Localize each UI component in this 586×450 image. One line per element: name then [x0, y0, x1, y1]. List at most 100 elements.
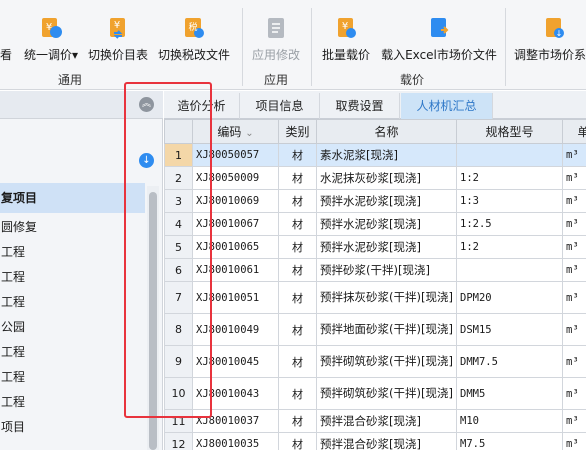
table-row[interactable]: 5 XJ80010065 材预拌水泥砂浆[现浇] 1:2 m³	[164, 235, 586, 259]
batch-load-price-button[interactable]: ¥ 批量载价	[318, 0, 374, 68]
column-header-unit[interactable]: 单	[562, 119, 586, 144]
category-cell[interactable]: 材	[278, 143, 317, 167]
unit-cell[interactable]: m³	[562, 432, 586, 450]
row-number-cell[interactable]: 12	[164, 432, 193, 450]
row-number-cell[interactable]: 10	[164, 377, 193, 410]
tree-item[interactable]: 工程	[0, 340, 145, 365]
table-row[interactable]: 9 XJ80010045 材预拌砌筑砂浆(干拌)[现浇] DMM7.5 m³	[164, 345, 586, 378]
download-icon[interactable]: ↓	[139, 153, 154, 168]
unit-cell[interactable]: m³	[562, 143, 586, 167]
tab-fee-settings[interactable]: 取费设置	[320, 93, 400, 119]
table-row[interactable]: 8 XJ80010049 材预拌地面砂浆(干拌)[现浇] DSM15 m³	[164, 313, 586, 346]
name-cell[interactable]: 预拌混合砂浆[现浇]	[316, 432, 457, 450]
spec-cell[interactable]: M7.5	[456, 432, 563, 450]
code-cell[interactable]: XJ80010043	[192, 377, 279, 410]
name-cell[interactable]: 预拌砌筑砂浆(干拌)[现浇]	[316, 377, 457, 410]
table-row[interactable]: 2 XJ80050009 材水泥抹灰砂浆[现浇] 1:2 m³	[164, 166, 586, 190]
category-cell[interactable]: 材	[278, 281, 317, 314]
column-header-code[interactable]: 编码 ⌄	[192, 119, 279, 144]
row-number-cell[interactable]: 8	[164, 313, 193, 346]
unit-cell[interactable]: m³	[562, 345, 586, 378]
spec-cell[interactable]	[456, 258, 563, 282]
tab-project-info[interactable]: 项目信息	[240, 93, 320, 119]
row-number-cell[interactable]: 2	[164, 166, 193, 190]
adjust-market-button[interactable]: ↓ 调整市场价系	[514, 0, 586, 68]
table-row[interactable]: 6 XJ80010061 材预拌砂浆(干拌)[现浇] m³	[164, 258, 586, 282]
tree-item-selected[interactable]: 复项目	[0, 183, 145, 213]
load-excel-market-button[interactable]: 载入Excel市场价文件	[378, 0, 500, 68]
name-cell[interactable]: 预拌砂浆(干拌)[现浇]	[316, 258, 457, 282]
tree-item[interactable]: 圆修复	[0, 215, 145, 240]
row-number-cell[interactable]: 5	[164, 235, 193, 259]
category-cell[interactable]: 材	[278, 432, 317, 450]
row-number-cell[interactable]: 4	[164, 212, 193, 236]
table-row[interactable]: 11 XJ80010037 材预拌混合砂浆[现浇] M10 m³	[164, 409, 586, 433]
unit-cell[interactable]: m³	[562, 166, 586, 190]
code-cell[interactable]: XJ80010061	[192, 258, 279, 282]
table-row[interactable]: 7 XJ80010051 材预拌抹灰砂浆(干拌)[现浇] DPM20 m³	[164, 281, 586, 314]
code-cell[interactable]: XJ80050009	[192, 166, 279, 190]
unit-cell[interactable]: m³	[562, 281, 586, 314]
switch-tax-file-button[interactable]: 税 切换税改文件	[156, 0, 232, 68]
category-cell[interactable]: 材	[278, 189, 317, 213]
name-cell[interactable]: 预拌地面砂浆(干拌)[现浇]	[316, 313, 457, 346]
category-cell[interactable]: 材	[278, 313, 317, 346]
table-row[interactable]: 10 XJ80010043 材预拌砌筑砂浆(干拌)[现浇] DMM5 m³	[164, 377, 586, 410]
category-cell[interactable]: 材	[278, 258, 317, 282]
spec-cell[interactable]	[456, 143, 563, 167]
tree-scrollbar[interactable]	[147, 186, 159, 450]
name-cell[interactable]: 水泥抹灰砂浆[现浇]	[316, 166, 457, 190]
tree-item[interactable]: 工程	[0, 240, 145, 265]
tree-scrollbar-thumb[interactable]	[149, 192, 157, 450]
column-header-name[interactable]: 名称	[316, 119, 457, 144]
code-cell[interactable]: XJ80010067	[192, 212, 279, 236]
category-cell[interactable]: 材	[278, 212, 317, 236]
spec-cell[interactable]: DMM7.5	[456, 345, 563, 378]
tree-item[interactable]: …	[0, 438, 145, 450]
tree-item[interactable]: 公园	[0, 315, 145, 340]
table-row[interactable]: 4 XJ80010067 材预拌水泥砂浆[现浇] 1:2.5 m³	[164, 212, 586, 236]
name-cell[interactable]: 预拌水泥砂浆[现浇]	[316, 235, 457, 259]
unit-cell[interactable]: m³	[562, 409, 586, 433]
row-number-cell[interactable]: 11	[164, 409, 193, 433]
column-header-spec[interactable]: 规格型号	[456, 119, 563, 144]
spec-cell[interactable]: 1:3	[456, 189, 563, 213]
name-cell[interactable]: 预拌混合砂浆[现浇]	[316, 409, 457, 433]
code-cell[interactable]: XJ80010065	[192, 235, 279, 259]
row-number-cell[interactable]: 9	[164, 345, 193, 378]
row-number-cell[interactable]: 3	[164, 189, 193, 213]
row-number-cell[interactable]: 7	[164, 281, 193, 314]
spec-cell[interactable]: 1:2	[456, 166, 563, 190]
spec-cell[interactable]: M10	[456, 409, 563, 433]
table-row[interactable]: 3 XJ80010069 材预拌水泥砂浆[现浇] 1:3 m³	[164, 189, 586, 213]
code-cell[interactable]: XJ80050057	[192, 143, 279, 167]
name-cell[interactable]: 预拌水泥砂浆[现浇]	[316, 189, 457, 213]
switch-price-table-button[interactable]: ¥ 切换价目表	[86, 0, 150, 68]
category-cell[interactable]: 材	[278, 377, 317, 410]
name-cell[interactable]: 素水泥浆[现浇]	[316, 143, 457, 167]
name-cell[interactable]: 预拌水泥砂浆[现浇]	[316, 212, 457, 236]
tab-labor-material-summary[interactable]: 人材机汇总	[401, 93, 493, 119]
collapse-up-icon[interactable]: ︽	[139, 97, 154, 112]
code-cell[interactable]: XJ80010051	[192, 281, 279, 314]
row-number-cell[interactable]: 6	[164, 258, 193, 282]
view-button[interactable]: 看	[0, 0, 14, 68]
tree-item[interactable]: 工程	[0, 290, 145, 315]
tree-item[interactable]: 工程	[0, 265, 145, 290]
spec-cell[interactable]: DPM20	[456, 281, 563, 314]
spec-cell[interactable]: DSM15	[456, 313, 563, 346]
tab-cost-analysis[interactable]: 造价分析	[164, 93, 240, 119]
name-cell[interactable]: 预拌抹灰砂浆(干拌)[现浇]	[316, 281, 457, 314]
spec-cell[interactable]: 1:2	[456, 235, 563, 259]
category-cell[interactable]: 材	[278, 409, 317, 433]
tree-item[interactable]: 工程	[0, 365, 145, 390]
apply-modify-button[interactable]: 应用修改	[248, 0, 304, 68]
code-cell[interactable]: XJ80010037	[192, 409, 279, 433]
category-cell[interactable]: 材	[278, 166, 317, 190]
tree-item[interactable]: 工程	[0, 390, 145, 415]
spec-cell[interactable]: DMM5	[456, 377, 563, 410]
table-row[interactable]: 1 XJ80050057 材素水泥浆[现浇] m³	[164, 143, 586, 167]
unit-cell[interactable]: m³	[562, 377, 586, 410]
code-cell[interactable]: XJ80010049	[192, 313, 279, 346]
tree-item[interactable]: 项目	[0, 415, 145, 440]
